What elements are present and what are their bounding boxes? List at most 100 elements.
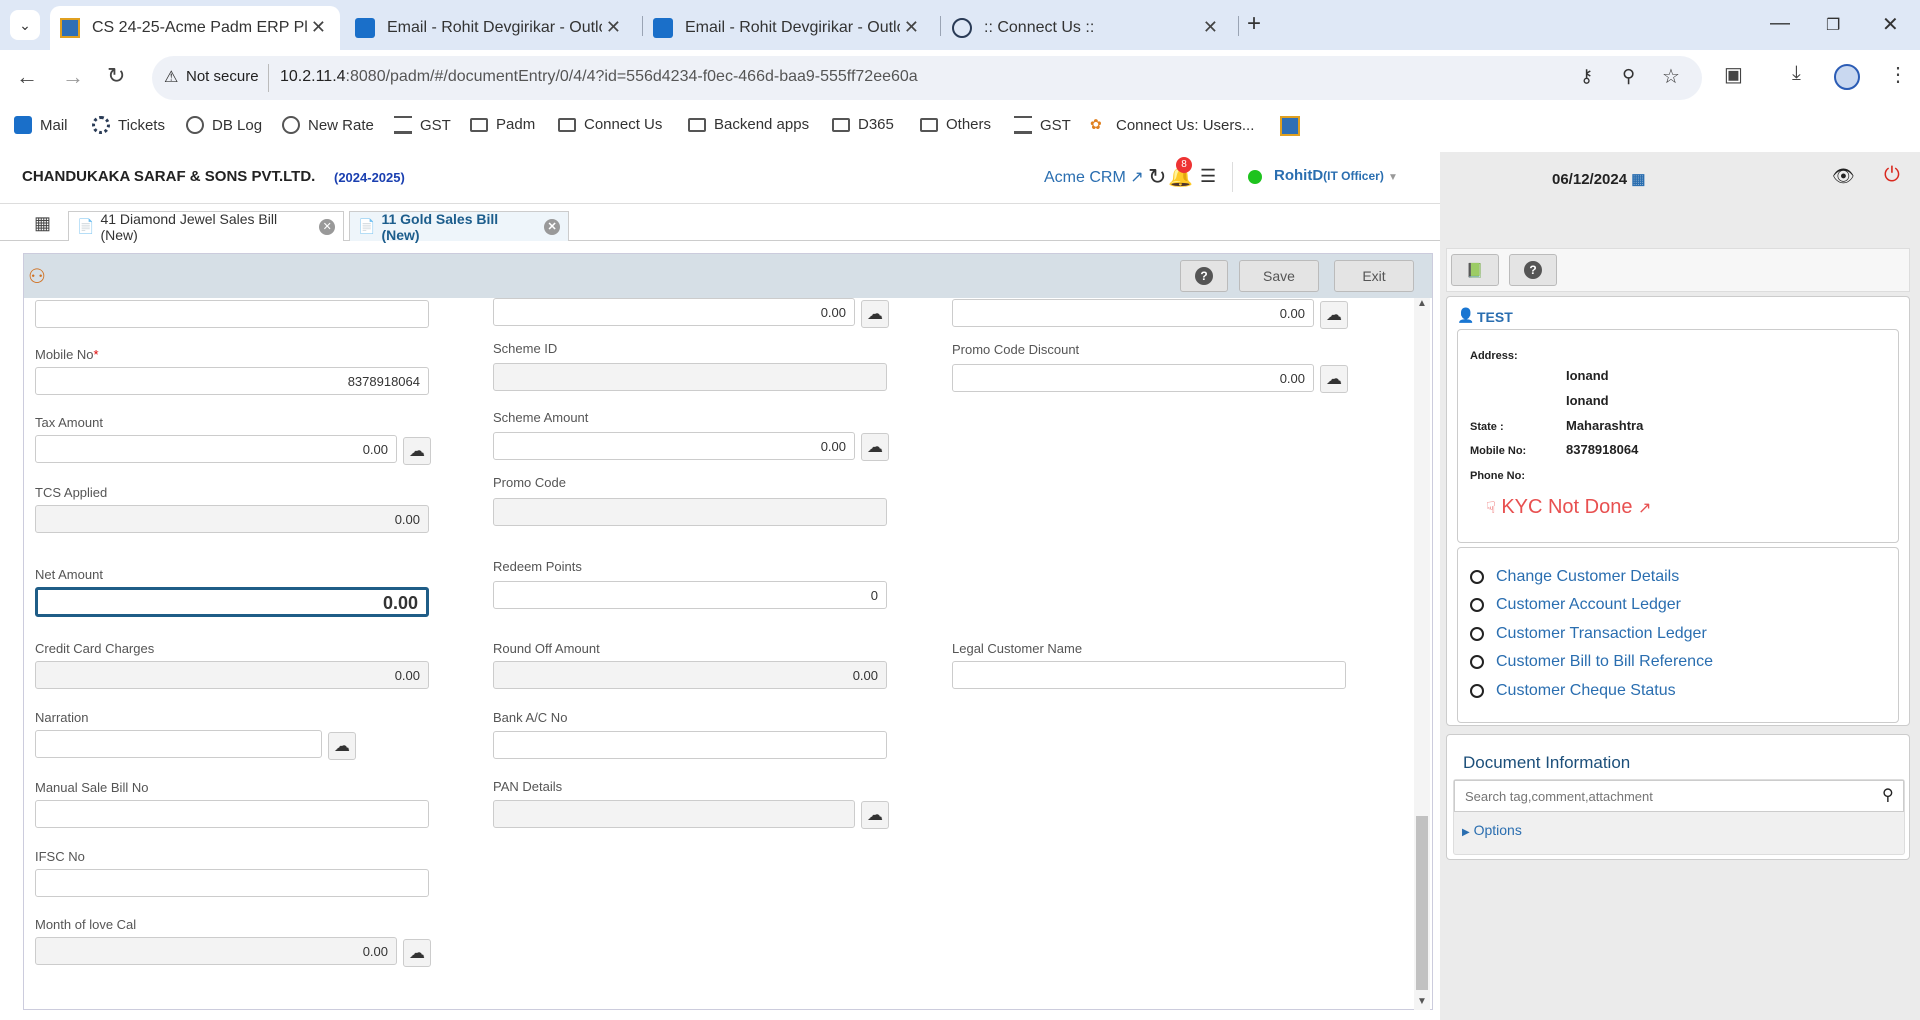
close-icon[interactable]: ✕ <box>606 17 621 38</box>
minimize-icon[interactable]: — <box>1770 12 1790 35</box>
close-icon[interactable]: ✕ <box>319 218 335 235</box>
tab-search-button[interactable]: ⌄ <box>10 10 40 40</box>
lookup-icon[interactable]: ☁ <box>403 437 431 465</box>
lookup-icon[interactable]: ☁ <box>1320 301 1348 329</box>
form-scrollbar[interactable]: ▲ ▼ <box>1414 298 1430 1010</box>
scheme-amount-input[interactable]: 0.00 <box>493 432 855 460</box>
extensions-icon[interactable]: ▣ <box>1724 62 1743 87</box>
net-amount-input[interactable]: 0.00 <box>35 587 429 617</box>
bank-ac-input[interactable] <box>493 731 887 759</box>
reload-icon[interactable]: ↻ <box>107 63 125 89</box>
bookmark-others[interactable]: Others <box>920 116 991 133</box>
close-icon[interactable]: ✕ <box>544 218 560 235</box>
logo-icon: ✿ <box>1090 116 1102 132</box>
state-label: State : <box>1470 421 1504 433</box>
browser-tab-outlook-1[interactable]: Email - Rohit Devgirikar - Outlo ✕ <box>345 6 635 50</box>
mobile-label: Mobile No: <box>1470 445 1527 457</box>
bookmark-gst[interactable]: GST <box>394 116 451 134</box>
bookmark-mail[interactable]: Mail <box>14 116 68 134</box>
download-icon[interactable]: ⤓ <box>1792 62 1801 85</box>
exit-button[interactable]: Exit <box>1334 260 1414 292</box>
header-divider <box>1232 162 1233 192</box>
options-toggle[interactable]: ▶ Options <box>1462 822 1522 838</box>
bookmark-connectus-users[interactable]: ✿ Connect Us: Users... <box>1090 116 1254 134</box>
scroll-up-icon[interactable]: ▲ <box>1417 298 1427 309</box>
cheque-status-link[interactable]: Customer Cheque Status <box>1470 682 1676 700</box>
save-button[interactable]: Save <box>1239 260 1319 292</box>
account-ledger-link[interactable]: Customer Account Ledger <box>1470 596 1681 614</box>
lookup-icon[interactable]: ☁ <box>861 801 889 829</box>
lookup-icon[interactable]: ☁ <box>1320 365 1348 393</box>
bill-reference-link[interactable]: Customer Bill to Bill Reference <box>1470 653 1713 671</box>
bookmark-tickets[interactable]: Tickets <box>92 116 165 134</box>
bookmark-d365[interactable]: D365 <box>832 116 894 133</box>
new-tab-button[interactable]: + <box>1247 10 1261 38</box>
panel-help-button[interactable]: ? <box>1509 254 1557 286</box>
scroll-down-icon[interactable]: ▼ <box>1417 996 1427 1007</box>
book-button[interactable]: 📗 <box>1451 254 1499 286</box>
close-icon[interactable]: ✕ <box>904 17 919 38</box>
top-field-col1[interactable] <box>35 300 429 328</box>
doc-tab-gold[interactable]: 📄 11 Gold Sales Bill (New) ✕ <box>349 211 569 243</box>
current-date[interactable]: 06/12/2024 ▦ <box>1552 170 1645 188</box>
back-icon[interactable]: ← <box>16 64 38 90</box>
lookup-icon[interactable]: ☁ <box>328 732 356 760</box>
key-icon[interactable]: ⚷ <box>1580 66 1593 87</box>
bookmark-erp[interactable] <box>1280 116 1300 136</box>
browser-tab-connect[interactable]: :: Connect Us :: ✕ <box>942 6 1232 50</box>
lookup-icon[interactable]: ☁ <box>403 939 431 967</box>
menu-icon[interactable]: ⋮ <box>1888 62 1908 87</box>
menu-list-icon[interactable]: ☰ <box>1200 166 1216 187</box>
ifsc-input[interactable] <box>35 869 429 897</box>
doc-tab-diamond[interactable]: 📄 41 Diamond Jewel Sales Bill (New) ✕ <box>68 211 344 243</box>
profile-avatar[interactable] <box>1834 64 1860 90</box>
forward-icon[interactable]: → <box>62 64 84 90</box>
promo-discount-input[interactable]: 0.00 <box>952 364 1314 392</box>
change-customer-link[interactable]: Change Customer Details <box>1470 568 1679 586</box>
bookmark-gst-2[interactable]: GST <box>1014 116 1071 134</box>
tax-amount-input[interactable]: 0.00 <box>35 435 397 463</box>
book-icon: 📗 <box>1466 261 1484 278</box>
manual-sale-bill-input[interactable] <box>35 800 429 828</box>
user-menu[interactable]: RohitD(IT Officer) ▼ <box>1274 167 1398 184</box>
bookmark-dblog[interactable]: DB Log <box>186 116 262 134</box>
transaction-ledger-link[interactable]: Customer Transaction Ledger <box>1470 625 1707 643</box>
radio-icon <box>1470 655 1484 669</box>
document-search-input[interactable] <box>1454 780 1904 812</box>
scroll-thumb[interactable] <box>1416 816 1428 990</box>
browser-tab-erp[interactable]: CS 24-25-Acme Padm ERP Platf ✕ <box>50 6 340 50</box>
browser-tab-outlook-2[interactable]: Email - Rohit Devgirikar - Outlo ✕ <box>643 6 933 50</box>
legal-customer-input[interactable] <box>952 661 1346 689</box>
crm-link[interactable]: Acme CRM ↗ <box>1044 167 1144 187</box>
eye-slash-icon[interactable]: 👁 <box>1832 166 1855 187</box>
bookmark-connectus[interactable]: Connect Us <box>558 116 662 133</box>
close-icon[interactable]: ✕ <box>1203 17 1218 38</box>
users-icon[interactable]: ⚇ <box>28 264 46 289</box>
bookmark-backend[interactable]: Backend apps <box>688 116 809 133</box>
scheme-id-input <box>493 363 887 391</box>
zoom-icon[interactable]: ⚲ <box>1622 66 1635 87</box>
restore-icon[interactable]: ❐ <box>1826 15 1840 35</box>
search-icon[interactable]: ⚲ <box>1882 785 1894 805</box>
lookup-icon[interactable]: ☁ <box>861 433 889 461</box>
customer-name[interactable]: TEST <box>1477 309 1513 325</box>
mobile-input[interactable]: 8378918064 <box>35 367 429 395</box>
narration-input[interactable] <box>35 730 322 758</box>
close-icon[interactable]: ✕ <box>311 17 326 38</box>
bookmark-newrate[interactable]: New Rate <box>282 116 374 134</box>
refresh-icon[interactable]: ↻ <box>1148 164 1166 190</box>
window-close-icon[interactable]: ✕ <box>1882 12 1899 37</box>
star-icon[interactable]: ☆ <box>1662 64 1680 89</box>
omnibox[interactable]: ⚠ Not secure 10.2.11.4:8080/padm/#/docum… <box>152 56 1702 100</box>
redeem-points-input[interactable]: 0 <box>493 581 887 609</box>
power-icon[interactable]: ⏻ <box>1884 164 1900 187</box>
top-field-col3[interactable]: 0.00 <box>952 299 1314 327</box>
kyc-status[interactable]: ☟ KYC Not Done ↗ <box>1486 496 1651 519</box>
bookmark-label: Others <box>946 116 992 133</box>
grid-menu-icon[interactable]: ▦ <box>34 213 51 234</box>
lookup-icon[interactable]: ☁ <box>861 300 889 328</box>
bookmark-padm[interactable]: Padm <box>470 116 535 133</box>
top-field-col2[interactable]: 0.00 <box>493 298 855 326</box>
help-button[interactable]: ? <box>1180 260 1228 292</box>
external-link-icon: ↗ <box>1130 169 1144 186</box>
